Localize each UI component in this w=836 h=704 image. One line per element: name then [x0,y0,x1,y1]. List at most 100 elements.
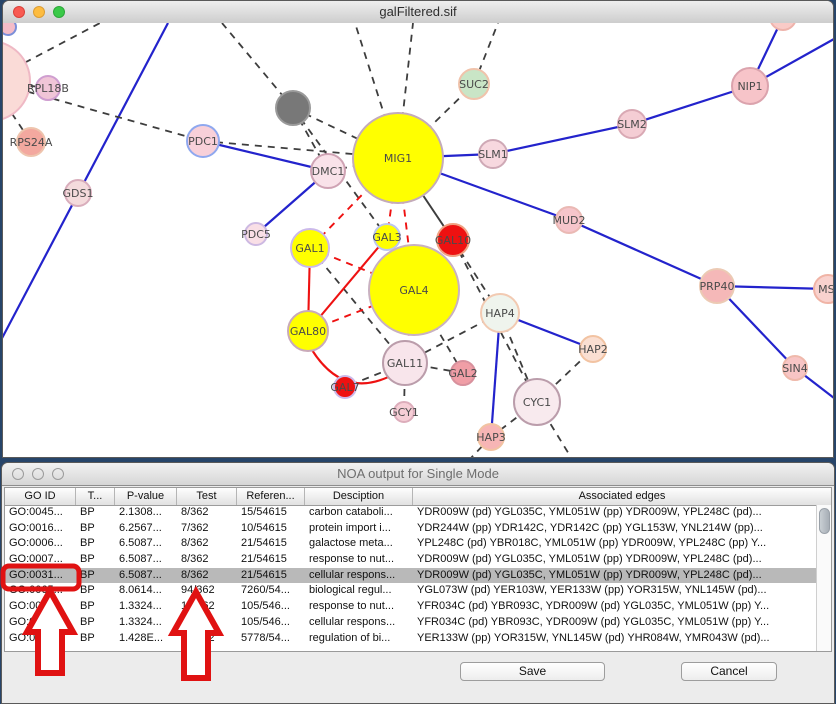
node-MIG1[interactable]: MIG1 [353,113,443,203]
column-header-referen-[interactable]: Referen... [237,488,305,505]
table-cell: 14/362 [177,599,237,615]
node-gray-node[interactable] [276,91,310,125]
svg-text:PDC1: PDC1 [188,135,218,148]
node-DMC1[interactable]: DMC1 [311,154,345,188]
table-row[interactable]: GO:0031...BP6.5087...8/36221/54615cellul… [5,568,816,584]
table-cell: 21/54615 [237,536,305,552]
table-row[interactable]: GO:0016...BP6.2567...7/36210/54615protei… [5,521,816,537]
node-GAL10[interactable]: GAL10 [435,224,471,256]
node-GAL7[interactable]: GAL7 [330,376,359,398]
node-PRP40[interactable]: PRP40 [700,269,735,303]
column-header-p-value[interactable]: P-value [115,488,177,505]
node-GAL3[interactable]: GAL3 [372,224,401,250]
node-HAP3[interactable]: HAP3 [476,424,505,450]
table-cell: BP [76,631,115,647]
save-button[interactable]: Save [460,662,605,681]
vertical-scrollbar[interactable] [816,505,831,651]
zoom-button[interactable] [52,468,64,480]
column-header-go-id[interactable]: GO ID [5,488,76,505]
minimize-button[interactable] [32,468,44,480]
node-NIP1[interactable]: NIP1 [732,68,768,104]
svg-text:GAL80: GAL80 [290,325,326,338]
table-cell: BP [76,521,115,537]
network-edge[interactable] [493,124,632,154]
close-button[interactable] [13,6,25,18]
svg-text:SUC2: SUC2 [459,78,489,91]
table-cell: YER133W (pp) YOR315W, YNL145W (pd) YHR08… [413,631,816,647]
table-header-row: GO IDT...P-valueTestReferen...Desciption… [5,488,831,506]
network-canvas[interactable]: RPL18B RPS24A GDS1 PDC1 DMC1 MIG1 SUC2 SLM1 SLM2… [3,23,833,458]
svg-text:GAL7: GAL7 [330,381,359,394]
table-row[interactable]: GO:0031...BP1.3324...14/362105/546...res… [5,599,816,615]
column-header-test[interactable]: Test [177,488,237,505]
table-cell: cellular respons... [305,568,413,584]
table-cell: 6.5087... [115,568,177,584]
table-cell: response to nut... [305,552,413,568]
node-GDS1[interactable]: GDS1 [63,180,94,206]
svg-text:GAL3: GAL3 [372,231,401,244]
table-row[interactable]: GO:0045...BP2.1308...8/36215/54615carbon… [5,505,816,521]
node-MSI[interactable]: MSI [814,275,833,303]
node-GAL11[interactable]: GAL11 [383,341,427,385]
node-RPL18B[interactable]: RPL18B [27,76,69,100]
cancel-button[interactable]: Cancel [681,662,777,681]
node-corner-node[interactable] [3,23,16,35]
svg-text:GAL10: GAL10 [435,234,471,247]
svg-text:MUD2: MUD2 [552,214,585,227]
node-GCY1[interactable]: GCY1 [389,402,419,422]
table-row[interactable]: GO:0065...BP8.0614...94/3627260/54...bio… [5,583,816,599]
network-window-title: galFiltered.sif [379,4,456,19]
table-cell: protein import i... [305,521,413,537]
network-graph[interactable]: RPL18B RPS24A GDS1 PDC1 DMC1 MIG1 SUC2 SLM1 SLM2… [3,23,833,458]
table-cell: BP [76,552,115,568]
node-PDC1[interactable]: PDC1 [187,125,219,157]
table-row[interactable]: GO:0006...BP6.5087...8/36221/54615galact… [5,536,816,552]
table-row[interactable]: GO:0007...BP6.5087...8/36221/54615respon… [5,552,816,568]
svg-text:HAP3: HAP3 [476,431,505,444]
svg-text:DMC1: DMC1 [312,165,345,178]
minimize-button[interactable] [33,6,45,18]
table-cell: 14/362 [177,615,237,631]
node-SLM2[interactable]: SLM2 [617,110,647,138]
table-cell: YFR034C (pd) YBR093C, YDR009W (pd) YGL03… [413,599,816,615]
table-cell: YDR009W (pd) YGL035C, YML051W (pp) YDR00… [413,505,816,521]
node-GAL4[interactable]: GAL4 [369,245,459,335]
table-cell: galactose meta... [305,536,413,552]
node-GAL1[interactable]: GAL1 [291,229,329,267]
table-cell: 7/362 [177,521,237,537]
table-cell: BP [76,599,115,615]
node-SIN4[interactable]: SIN4 [782,356,807,380]
scrollbar-thumb[interactable] [819,508,830,534]
network-edge[interactable] [569,220,717,286]
table-cell: GO:0016... [5,521,76,537]
column-header-associated-edges[interactable]: Associated edges [413,488,831,505]
node-CYC1[interactable]: CYC1 [514,379,560,425]
table-cell: GO:0006... [5,536,76,552]
table-cell: 8/362 [177,505,237,521]
svg-text:GAL1: GAL1 [295,242,324,255]
zoom-button[interactable] [53,6,65,18]
node-HAP4[interactable]: HAP4 [481,294,519,332]
svg-text:GAL4: GAL4 [399,284,428,297]
close-button[interactable] [12,468,24,480]
node-GAL80[interactable]: GAL80 [288,311,328,351]
node-HAP2[interactable]: HAP2 [578,336,607,362]
table-row[interactable]: GO:0050...BP1.428E...80/3625778/54...reg… [5,631,816,647]
node-big-pink-node[interactable] [3,41,30,121]
svg-text:NIP1: NIP1 [737,80,762,93]
network-window-titlebar[interactable]: galFiltered.sif [3,1,833,24]
network-edge[interactable] [203,141,328,171]
column-header-t-[interactable]: T... [76,488,115,505]
table-row[interactable]: GO:0031...BP1.3324...14/362105/546...cel… [5,615,816,631]
node-top-right-node[interactable] [770,23,796,30]
node-RPS24A[interactable]: RPS24A [10,128,53,156]
node-GAL2[interactable]: GAL2 [448,361,477,385]
noa-window-titlebar[interactable]: NOA output for Single Mode [2,463,834,486]
svg-text:GAL11: GAL11 [387,357,423,370]
node-MUD2[interactable]: MUD2 [552,207,585,233]
svg-text:HAP4: HAP4 [485,307,514,320]
node-SLM1[interactable]: SLM1 [478,140,508,168]
noa-window-title: NOA output for Single Mode [337,466,499,481]
column-header-desciption[interactable]: Desciption [305,488,413,505]
node-SUC2[interactable]: SUC2 [459,69,489,99]
